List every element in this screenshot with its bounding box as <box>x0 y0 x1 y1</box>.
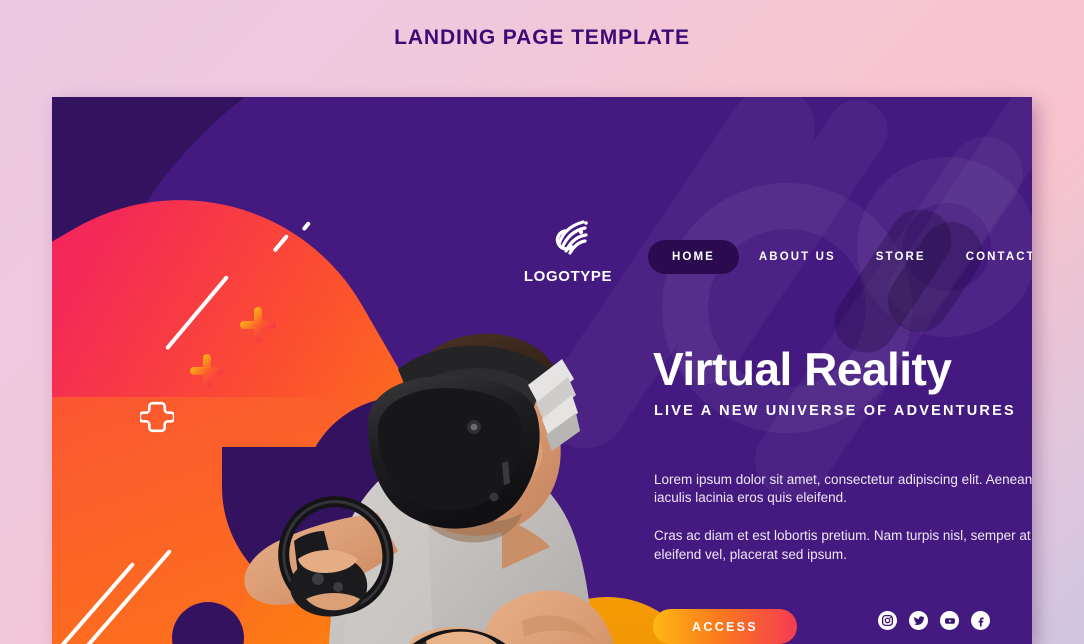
hero-subheadline: LIVE A NEW UNIVERSE OF ADVENTURES <box>654 403 1016 419</box>
comet-swoosh-icon <box>520 215 616 265</box>
logo[interactable]: LOGOTYPE <box>520 215 616 285</box>
hero-headline: Virtual Reality <box>653 343 952 395</box>
nav-item-home[interactable]: HOME <box>648 240 739 274</box>
nav-item-store[interactable]: STORE <box>856 240 946 274</box>
nav-item-about-us[interactable]: ABOUT US <box>739 240 856 274</box>
access-button[interactable]: ACCESS <box>653 609 797 644</box>
youtube-icon[interactable] <box>940 611 959 630</box>
hero-paragraph-2: Cras ac diam et est lobortis pretium. Na… <box>654 528 1031 562</box>
plus-outline-icon <box>140 400 174 434</box>
twitter-icon[interactable] <box>909 611 928 630</box>
social-links <box>878 611 990 630</box>
page-title: LANDING PAGE TEMPLATE <box>394 26 690 49</box>
hero-body-copy: Lorem ipsum dolor sit amet, consectetur … <box>654 471 1032 564</box>
main-navigation: HOME ABOUT US STORE CONTACT <box>648 240 1032 274</box>
hero-card: LOGOTYPE HOME ABOUT US STORE CONTACT Vir… <box>52 97 1032 644</box>
instagram-icon[interactable] <box>878 611 897 630</box>
nav-item-contact[interactable]: CONTACT <box>946 240 1032 274</box>
hero-paragraph-1: Lorem ipsum dolor sit amet, consectetur … <box>654 472 1032 506</box>
facebook-icon[interactable] <box>971 611 990 630</box>
logo-text: LOGOTYPE <box>523 268 613 285</box>
